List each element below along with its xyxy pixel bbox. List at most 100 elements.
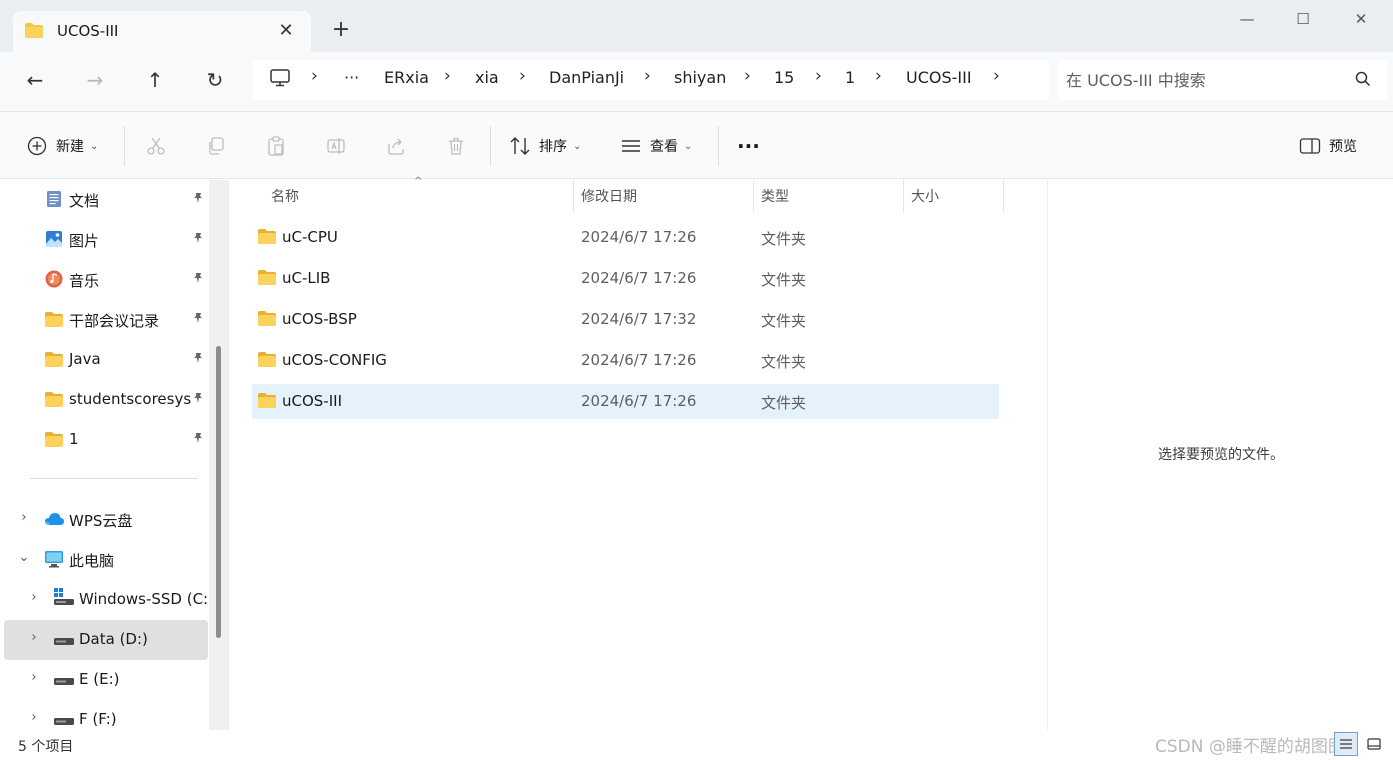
tab-ucos-iii[interactable]: UCOS-III ✕ — [13, 11, 311, 52]
breadcrumb-shiyan[interactable]: shiyan — [674, 68, 726, 87]
copy-button[interactable] — [205, 132, 227, 160]
paste-button[interactable] — [265, 132, 287, 160]
sidebar-item-drive-c[interactable]: › Windows-SSD (C:) — [4, 580, 214, 620]
column-header-name[interactable]: 名称 — [271, 180, 571, 212]
file-row[interactable]: uC-CPU 2024/6/7 17:26 文件夹 — [252, 220, 999, 255]
column-separator[interactable] — [753, 180, 754, 212]
sort-button[interactable]: 排序 ⌄ — [509, 132, 581, 160]
breadcrumb-separator[interactable]: › — [875, 66, 882, 86]
breadcrumb-separator[interactable]: › — [311, 66, 318, 86]
chevron-down-icon[interactable]: ⌄ — [16, 550, 32, 565]
close-tab-icon[interactable]: ✕ — [275, 20, 297, 41]
sidebar-scrollbar[interactable] — [209, 180, 229, 730]
share-button[interactable] — [385, 132, 407, 160]
sidebar-item-drive-d[interactable]: › Data (D:) — [4, 620, 208, 660]
search-icon[interactable] — [1355, 71, 1371, 91]
file-row[interactable]: uCOS-III 2024/6/7 17:26 文件夹 — [252, 384, 999, 419]
breadcrumb-erxia[interactable]: ERxia — [384, 68, 429, 87]
pin-icon[interactable] — [192, 272, 204, 287]
sidebar-item-this-pc[interactable]: ⌄ 此电脑 — [4, 540, 208, 580]
folder-icon — [45, 432, 63, 451]
maximize-button[interactable]: ☐ — [1280, 8, 1326, 32]
more-options-button[interactable]: ··· — [737, 132, 760, 160]
column-header-modified[interactable]: 修改日期 — [581, 180, 751, 212]
rename-button[interactable] — [325, 132, 347, 160]
sidebar-item-java[interactable]: Java — [4, 340, 208, 380]
sidebar-item-documents[interactable]: 文档 — [4, 180, 208, 220]
file-type: 文件夹 — [761, 271, 807, 289]
breadcrumb-15[interactable]: 15 — [774, 68, 794, 87]
column-separator[interactable] — [1003, 180, 1004, 212]
chevron-right-icon[interactable]: › — [26, 670, 42, 685]
close-window-button[interactable]: ✕ — [1338, 8, 1384, 32]
pin-icon[interactable] — [192, 192, 204, 207]
breadcrumb-overflow[interactable]: ··· — [344, 68, 359, 87]
breadcrumb-1[interactable]: 1 — [845, 68, 855, 87]
monitor-icon[interactable] — [270, 69, 290, 91]
new-tab-button[interactable]: + — [329, 16, 353, 44]
details-view-button[interactable] — [1334, 732, 1358, 756]
file-list: ^ 名称 修改日期 类型 大小 uC-CPU 2024/6/7 17:26 文件… — [229, 176, 1047, 730]
file-row[interactable]: uCOS-BSP 2024/6/7 17:32 文件夹 — [252, 302, 999, 337]
file-name: uCOS-BSP — [282, 310, 357, 328]
sidebar-item-drive-e[interactable]: › E (E:) — [4, 660, 208, 700]
view-list-icon — [620, 135, 642, 157]
preview-pane-button[interactable]: 预览 — [1299, 132, 1357, 160]
file-row[interactable]: uC-LIB 2024/6/7 17:26 文件夹 — [252, 261, 999, 296]
chevron-right-icon[interactable]: › — [26, 710, 42, 725]
sidebar-item-music[interactable]: 音乐 — [4, 260, 208, 300]
pin-icon[interactable] — [192, 352, 204, 367]
sidebar-item-drive-f[interactable]: › F (F:) — [4, 700, 208, 730]
sidebar-item-label: Data (D:) — [79, 630, 148, 648]
chevron-right-icon[interactable]: › — [16, 510, 32, 525]
pin-icon[interactable] — [192, 432, 204, 447]
music-icon — [45, 270, 63, 292]
cut-button[interactable] — [145, 132, 167, 160]
breadcrumb-separator[interactable]: › — [444, 66, 451, 86]
breadcrumb-separator[interactable]: › — [815, 66, 822, 86]
search-input[interactable] — [1066, 66, 1346, 94]
back-button[interactable]: ← — [19, 66, 51, 96]
watermark: CSDN @睡不醒的胡图图 — [1155, 737, 1345, 757]
sidebar-item-studentscoresys[interactable]: studentscoresys — [4, 380, 208, 420]
new-button[interactable]: 新建 ⌄ — [26, 132, 98, 160]
refresh-button[interactable]: ↻ — [199, 66, 231, 96]
sidebar-item-1[interactable]: 1 — [4, 420, 208, 460]
file-row[interactable]: uCOS-CONFIG 2024/6/7 17:26 文件夹 — [252, 343, 999, 378]
sidebar-item-pictures[interactable]: 图片 — [4, 220, 208, 260]
pin-icon[interactable] — [192, 232, 204, 247]
sidebar-item-folder[interactable]: 干部会议记录 — [4, 300, 208, 340]
breadcrumb-danpianji[interactable]: DanPianJi — [549, 68, 624, 87]
column-header-size[interactable]: 大小 — [911, 180, 1001, 212]
view-button[interactable]: 查看 ⌄ — [620, 132, 692, 160]
breadcrumb-separator[interactable]: › — [519, 66, 526, 86]
pin-icon[interactable] — [192, 312, 204, 327]
chevron-right-icon[interactable]: › — [26, 630, 42, 645]
breadcrumb-ucos-iii[interactable]: UCOS-III — [906, 68, 972, 87]
breadcrumb-separator[interactable]: › — [993, 66, 1000, 86]
address-bar[interactable]: › ··· ERxia › xia › DanPianJi › shiyan ›… — [253, 60, 1049, 100]
forward-button[interactable]: → — [79, 66, 111, 96]
trash-icon — [445, 135, 467, 157]
column-header-type[interactable]: 类型 — [761, 180, 901, 212]
title-bar: UCOS-III ✕ + — ☐ ✕ — [0, 0, 1393, 52]
preview-pane: 选择要预览的文件。 — [1047, 180, 1393, 730]
sidebar-item-wps-cloud[interactable]: › WPS云盘 — [4, 500, 208, 540]
column-separator[interactable] — [903, 180, 904, 212]
breadcrumb-separator[interactable]: › — [744, 66, 751, 86]
view-label: 查看 — [650, 139, 678, 155]
up-button[interactable]: ↑ — [139, 66, 171, 96]
delete-button[interactable] — [445, 132, 467, 160]
minimize-button[interactable]: — — [1224, 8, 1270, 32]
column-separator[interactable] — [573, 180, 574, 212]
search-box[interactable] — [1058, 60, 1387, 100]
breadcrumb-xia[interactable]: xia — [475, 68, 499, 87]
details-view-icon — [1340, 739, 1352, 749]
folder-icon — [258, 311, 276, 330]
breadcrumb-separator[interactable]: › — [644, 66, 651, 86]
scrollbar-thumb[interactable] — [216, 346, 221, 638]
chevron-right-icon[interactable]: › — [26, 590, 42, 605]
tiles-view-button[interactable] — [1362, 732, 1386, 756]
pin-icon[interactable] — [192, 392, 204, 407]
file-modified: 2024/6/7 17:26 — [581, 351, 697, 369]
